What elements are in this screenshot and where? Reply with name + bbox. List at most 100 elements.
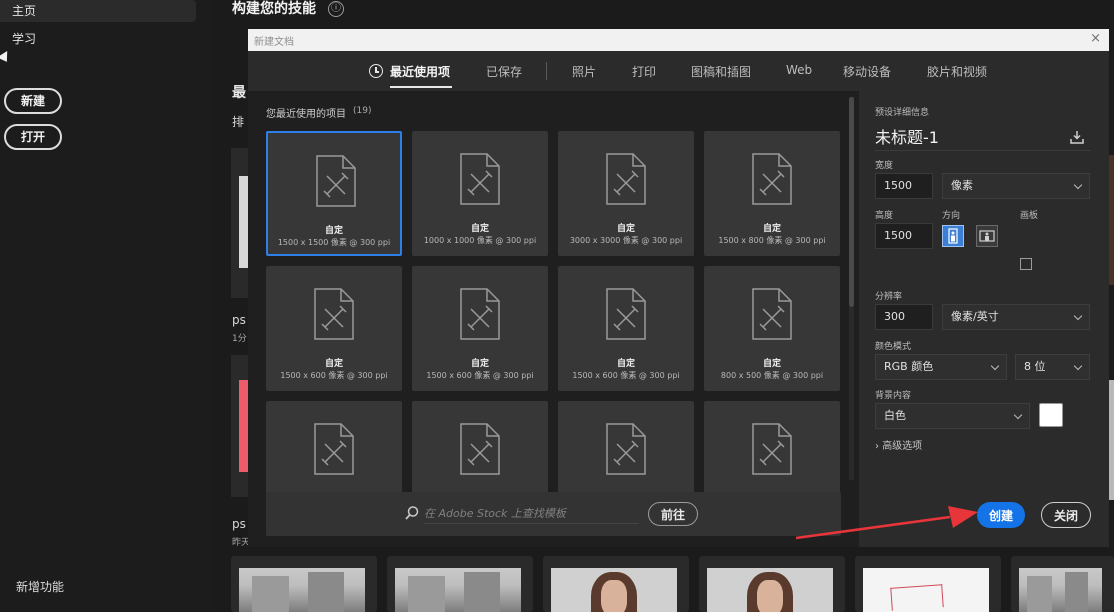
background-contents-select[interactable]: 白色 [875, 403, 1030, 429]
artboard-label: 画板 [1020, 211, 1039, 221]
tab-art-illustration[interactable]: 图稿和插图 [691, 63, 751, 80]
color-mode-label: 颜色模式 [875, 342, 912, 352]
bottom-thumb-5[interactable] [855, 556, 1001, 612]
preset-details-pane: 预设详细信息 未标题-1 宽度 1500 像素 高度 方向 画板 1500 分辨… [859, 91, 1109, 547]
tab-film-video[interactable]: 胶片和视频 [927, 63, 987, 80]
preset-tabs: 最近使用项 已保存 照片 打印 图稿和插图 Web 移动设备 胶片和视频 [248, 51, 1109, 91]
whats-new-link[interactable]: 新增功能 [16, 578, 64, 595]
tab-separator [546, 62, 547, 80]
chevron-down-icon [1073, 180, 1083, 190]
resolution-unit-select[interactable]: 像素/英寸 [942, 304, 1090, 330]
advanced-options-label: 高级选项 [882, 441, 923, 452]
height-label: 高度 [875, 211, 894, 221]
landscape-orientation-button[interactable] [976, 225, 998, 247]
tab-print[interactable]: 打印 [632, 63, 656, 80]
sidebar-item-home[interactable]: 主页 [0, 0, 196, 22]
tab-recent[interactable]: 最近使用项 [390, 63, 450, 80]
width-input[interactable]: 1500 [875, 173, 933, 199]
save-preset-icon[interactable] [1069, 129, 1085, 145]
mouse-cursor-icon [0, 51, 12, 65]
document-preset-icon [751, 152, 793, 210]
preset-name: 自定 [616, 359, 635, 369]
preset-dimensions: 1000 x 1000 像素 @ 300 ppi [423, 236, 537, 245]
info-icon[interactable]: ⓘ [328, 1, 344, 17]
background-color-swatch[interactable] [1039, 403, 1063, 427]
file-a-name: ps [232, 313, 246, 327]
preset-card[interactable]: 自定 1500 x 600 像素 @ 300 ppi [558, 266, 694, 391]
bottom-thumb-1[interactable] [231, 556, 377, 612]
advanced-options-toggle[interactable]: › 高级选项 [875, 437, 922, 452]
landscape-icon [979, 230, 995, 242]
portrait-orientation-button[interactable] [942, 225, 964, 247]
preset-scroll-thumb[interactable] [849, 97, 854, 307]
search-icon [405, 506, 419, 520]
chevron-down-icon [1073, 361, 1083, 371]
document-preset-icon [313, 422, 355, 480]
recent-thumb-2[interactable] [231, 355, 248, 497]
document-preset-icon [605, 152, 647, 210]
preset-card[interactable]: 自定 1500 x 800 像素 @ 300 ppi [704, 131, 840, 256]
create-button[interactable]: 创建 [977, 502, 1025, 528]
close-button[interactable]: 关闭 [1041, 502, 1091, 528]
home-title: 构建您的技能 [232, 1, 316, 17]
bottom-thumb-2[interactable] [387, 556, 533, 612]
tab-saved[interactable]: 已保存 [486, 63, 522, 80]
home-open-button[interactable]: 打开 [4, 124, 62, 150]
sidebar-item-learn[interactable]: 学习 [0, 28, 196, 50]
document-name-field[interactable]: 未标题-1 [875, 127, 1091, 151]
document-preset-icon [605, 422, 647, 480]
preset-name: 自定 [470, 224, 489, 234]
recent-items-label: 您最近使用的项目 [266, 109, 346, 120]
preset-details-label: 预设详细信息 [875, 108, 930, 118]
orientation-label: 方向 [942, 211, 961, 221]
preset-card[interactable]: 自定 800 x 500 像素 @ 300 ppi [704, 266, 840, 391]
preset-card[interactable]: 自定 1000 x 1000 像素 @ 300 ppi [412, 131, 548, 256]
preset-name: 自定 [762, 224, 781, 234]
bottom-thumb-3[interactable] [543, 556, 689, 612]
recent-items-count: (19) [353, 106, 372, 116]
file-b-name: ps [232, 517, 246, 531]
preset-dimensions: 1500 x 600 像素 @ 300 ppi [572, 371, 680, 380]
preset-card[interactable]: 自定 3000 x 3000 像素 @ 300 ppi [558, 131, 694, 256]
preset-card[interactable]: 自定 1500 x 600 像素 @ 300 ppi [412, 266, 548, 391]
dialog-titlebar: 新建文档 × [248, 29, 1109, 51]
width-unit-value: 像素 [951, 179, 973, 192]
bit-depth-select[interactable]: 8 位 [1015, 354, 1090, 380]
portrait-icon [948, 228, 958, 244]
right-edge-image-2 [1109, 380, 1114, 500]
preset-dimensions: 800 x 500 像素 @ 300 ppi [720, 371, 824, 380]
preset-card[interactable]: 自定 1500 x 1500 像素 @ 300 ppi [266, 131, 402, 256]
preset-dimensions: 1500 x 800 像素 @ 300 ppi [718, 236, 826, 245]
new-document-dialog: 新建文档 × 最近使用项 已保存 照片 打印 图稿和插图 Web 移动设备 胶片… [248, 29, 1109, 547]
dialog-close-icon[interactable]: × [1090, 31, 1101, 47]
artboard-checkbox[interactable] [1020, 258, 1032, 270]
preset-dimensions: 1500 x 600 像素 @ 300 ppi [426, 371, 534, 380]
preset-card[interactable]: 自定 1500 x 600 像素 @ 300 ppi [266, 266, 402, 391]
bottom-thumb-6[interactable] [1011, 556, 1114, 612]
bottom-thumb-4[interactable] [699, 556, 845, 612]
adobe-stock-search-bar: 前往 [266, 492, 841, 536]
stock-search-input[interactable] [424, 504, 639, 524]
chevron-right-icon: › [875, 441, 879, 452]
sort-fragment: 排 [232, 115, 245, 129]
preset-name: 自定 [470, 359, 489, 369]
color-mode-select[interactable]: RGB 颜色 [875, 354, 1007, 380]
tab-web[interactable]: Web [786, 63, 812, 77]
resolution-input[interactable]: 300 [875, 304, 933, 330]
active-tab-underline [390, 86, 452, 88]
annotation-arrow-icon [795, 506, 978, 540]
home-sidebar: 主页 学习 新建 打开 新增功能 [0, 0, 214, 612]
tab-photo[interactable]: 照片 [572, 63, 596, 80]
width-unit-select[interactable]: 像素 [942, 173, 1090, 199]
home-new-button[interactable]: 新建 [4, 88, 62, 114]
document-preset-icon [751, 422, 793, 480]
height-input[interactable]: 1500 [875, 223, 933, 249]
resolution-label: 分辨率 [875, 292, 903, 302]
stock-go-button[interactable]: 前往 [648, 502, 698, 526]
tab-mobile[interactable]: 移动设备 [843, 63, 891, 80]
width-label: 宽度 [875, 161, 894, 171]
recent-thumb-1[interactable] [231, 148, 248, 298]
document-preset-icon [459, 287, 501, 345]
file-a-time: 1分 [232, 334, 247, 344]
color-mode-value: RGB 颜色 [884, 360, 934, 373]
